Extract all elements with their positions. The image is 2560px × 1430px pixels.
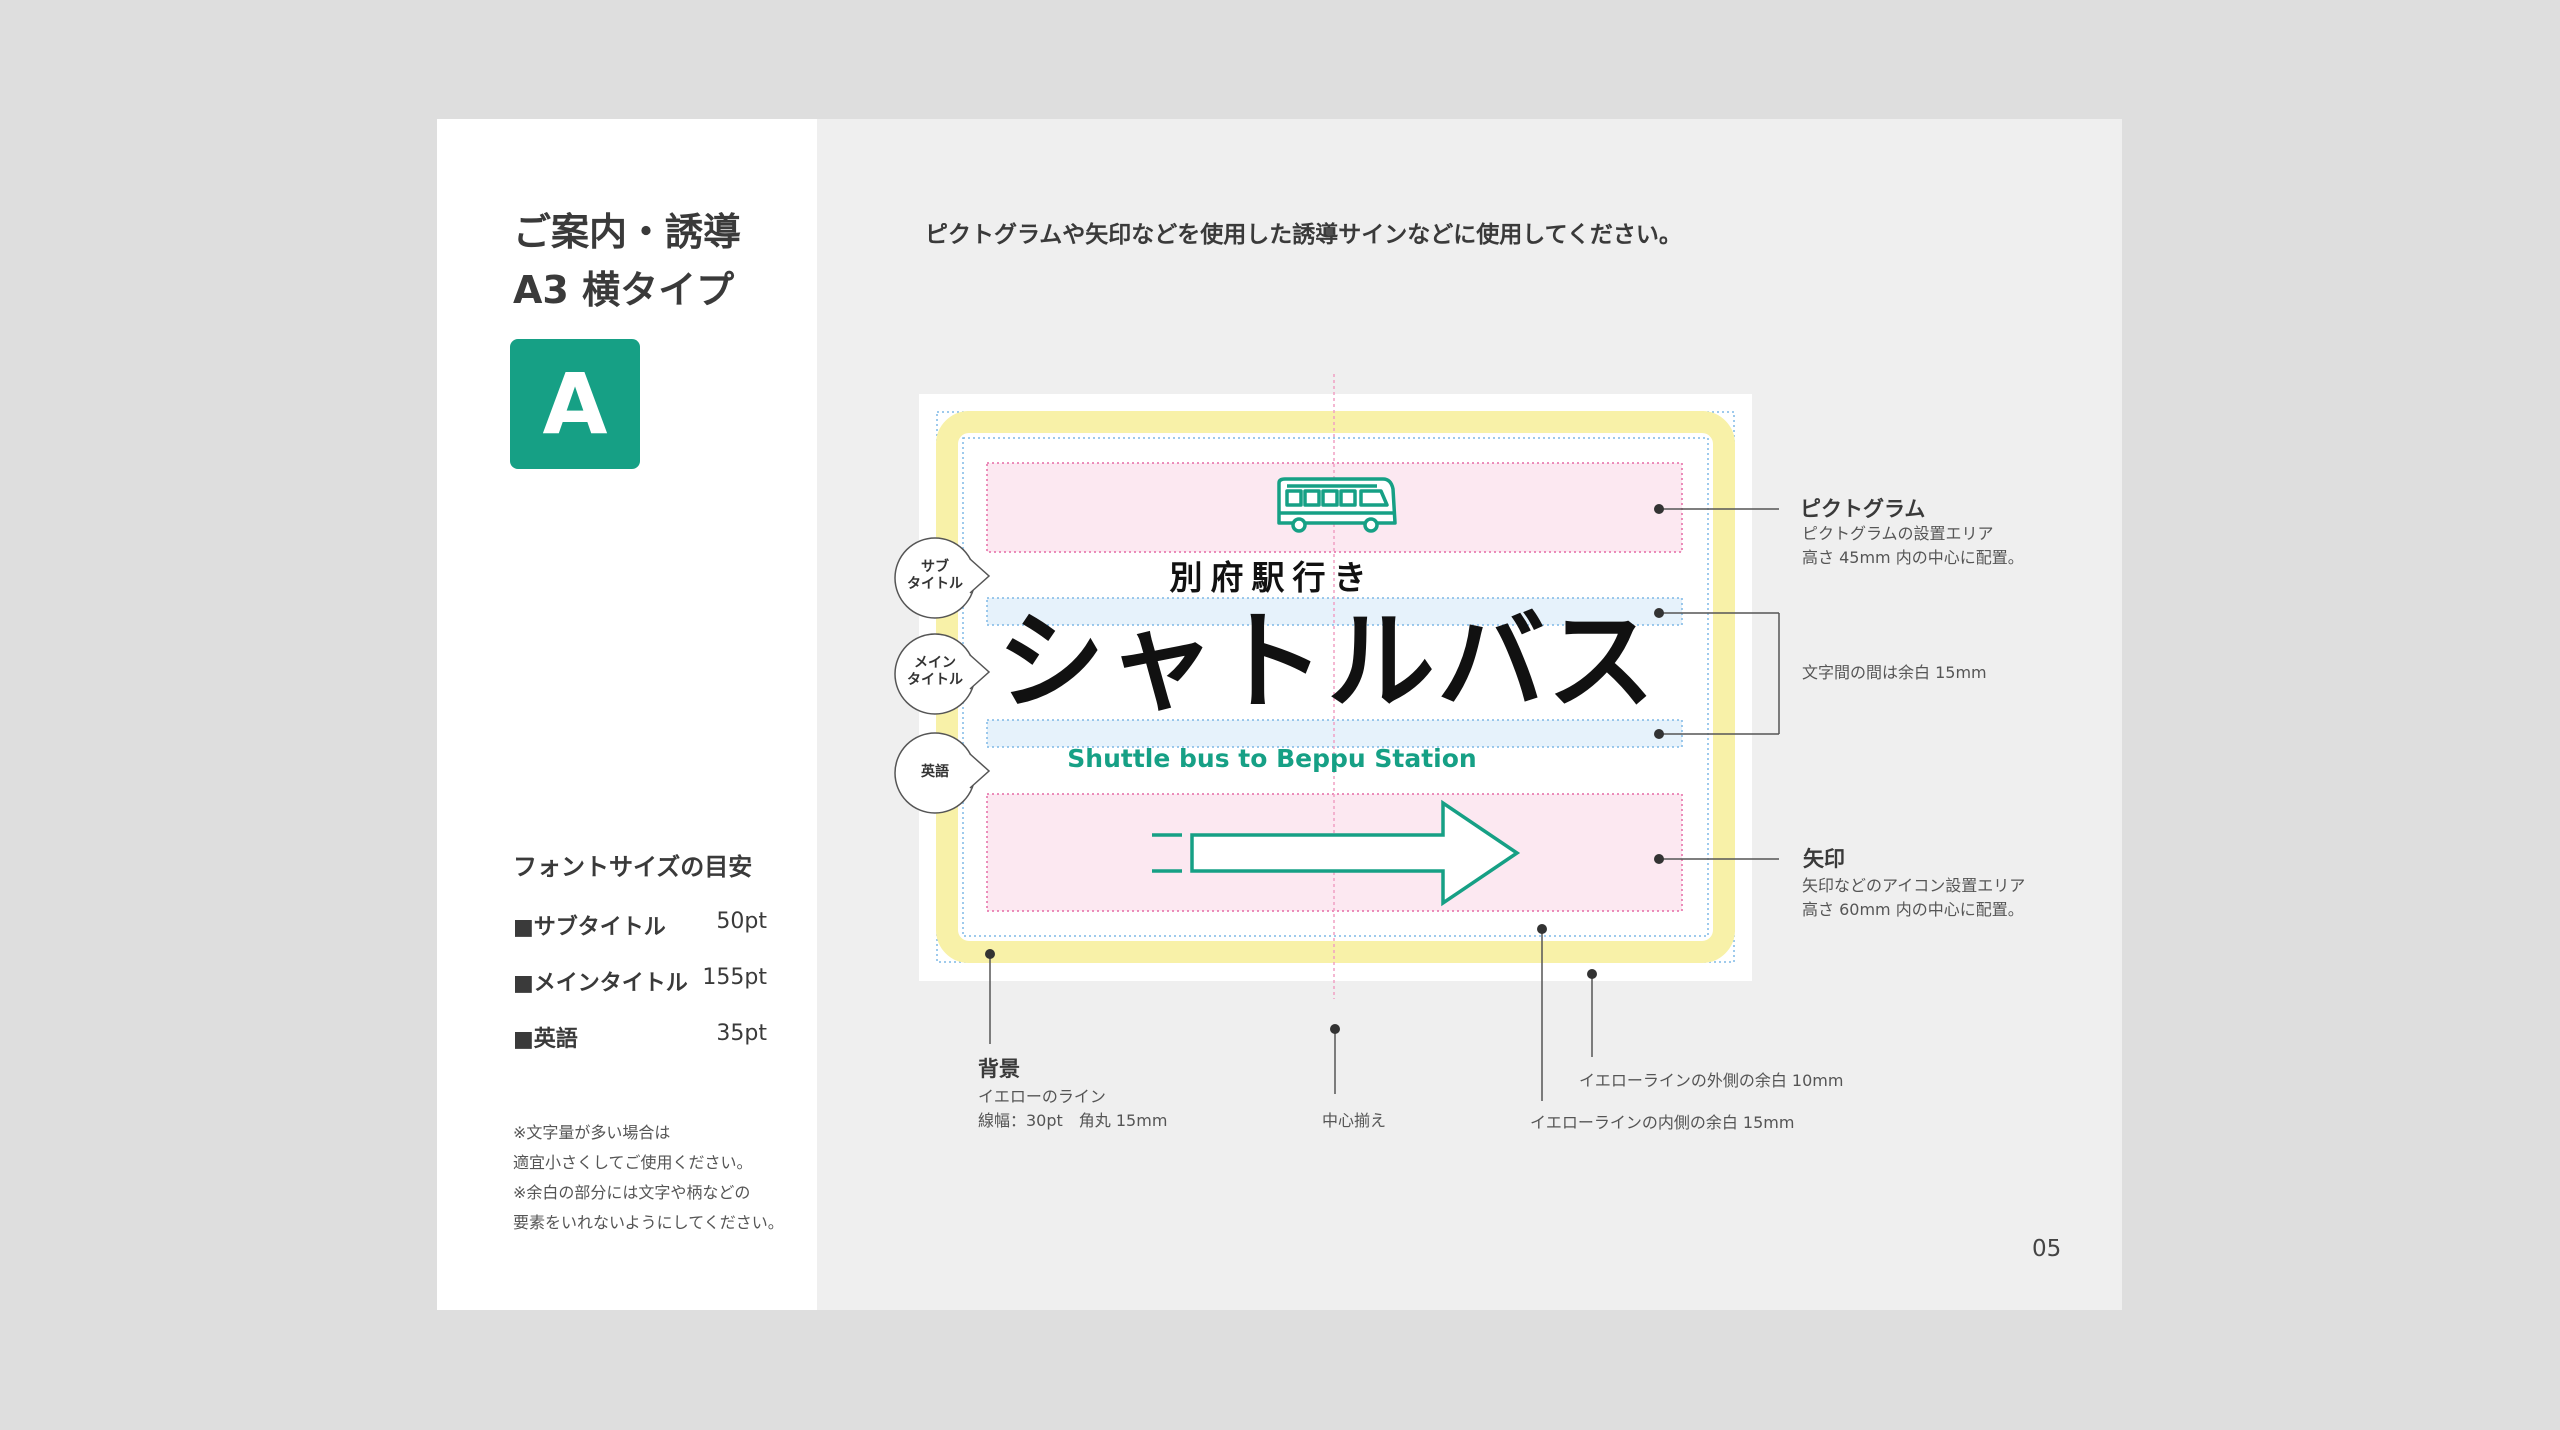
annotation-spacing: 文字間の間は余白 15mm (1802, 663, 1987, 682)
page: ご案内・誘導 A3 横タイプ A フォントサイズの目安 ■サブタイトル 50pt… (437, 119, 2122, 1310)
annotation-background-head: 背景 (978, 1057, 1020, 1081)
sign-english: Shuttle bus to Beppu Station (1067, 744, 1477, 773)
sign-main-title: シャトルバス (997, 600, 1658, 725)
annotation-arrow-line1: 矢印などのアイコン設置エリア (1802, 876, 2026, 895)
bubble-english-label: 英語 (921, 764, 949, 780)
annotation-pictogram-head: ピクトグラム (1800, 497, 1926, 521)
annotation-background-line1: イエローのライン (978, 1087, 1106, 1106)
sign-subtitle: 別府駅行き (1169, 558, 1375, 597)
annotation-pictogram-line1: ピクトグラムの設置エリア (1802, 524, 1994, 543)
bubble-main-title-label: メイン タイトル (907, 655, 963, 688)
annotation-center: 中心揃え (1322, 1111, 1387, 1130)
annotation-yellow-outer: イエローラインの外側の余白 10mm (1579, 1071, 1844, 1090)
annotation-arrow-head: 矢印 (1803, 847, 1845, 871)
annotation-arrow-line2: 高さ 60mm 内の中心に配置。 (1802, 900, 2024, 919)
annotation-pictogram-line2: 高さ 45mm 内の中心に配置。 (1802, 548, 2024, 567)
bus-icon (1277, 477, 1397, 533)
annotation-yellow-inner: イエローラインの内側の余白 15mm (1530, 1113, 1795, 1132)
page-number: 05 (2032, 1236, 2062, 1262)
annotation-background-line2: 線幅：30pt 角丸 15mm (978, 1111, 1168, 1130)
bubble-subtitle-label: サブ タイトル (907, 559, 963, 592)
